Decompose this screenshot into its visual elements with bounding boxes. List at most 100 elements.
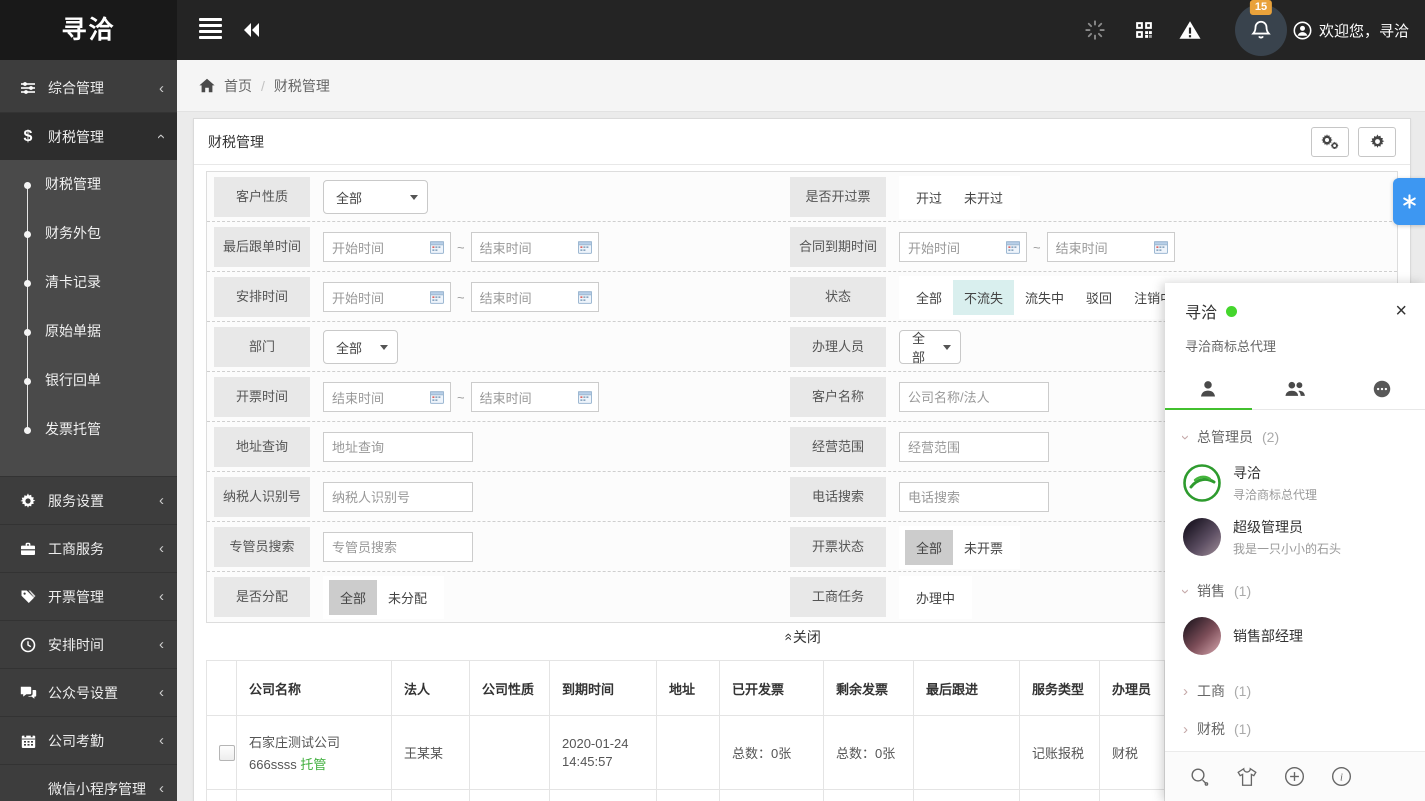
filter-label-customer-name: 客户名称 <box>790 377 886 417</box>
group-count: (1) <box>1234 583 1251 599</box>
submenu-item-original-docs[interactable]: 原始单据 <box>0 307 177 356</box>
filter-label-taxpayer-id: 纳税人识别号 <box>214 477 310 517</box>
sidebar-item-attendance[interactable]: 公司考勤 ‹ <box>0 716 177 764</box>
group-admins[interactable]: › 总管理员 (2) <box>1165 418 1425 456</box>
collapse-left-icon[interactable] <box>242 22 260 38</box>
status-rejected[interactable]: 驳回 <box>1075 280 1123 315</box>
status-not-lost[interactable]: 不流失 <box>953 280 1014 315</box>
invoice-status-all[interactable]: 全部 <box>905 530 953 565</box>
sidebar-item-business-service[interactable]: 工商服务 ‹ <box>0 524 177 572</box>
address-search-input[interactable] <box>323 432 473 462</box>
taxpayer-id-input[interactable] <box>323 482 473 512</box>
group-finance[interactable]: › 财税 (1) <box>1165 710 1425 748</box>
sidebar-item-general[interactable]: 综合管理 ‹ <box>0 64 177 112</box>
select-value: 全部 <box>336 188 400 207</box>
app-logo: 寻洽 <box>0 0 177 60</box>
last-follow-end-date[interactable]: 结束时间 <box>471 232 599 262</box>
add-icon[interactable] <box>1284 766 1305 787</box>
customer-nature-select[interactable]: 全部 <box>323 180 428 214</box>
option-not-invoiced[interactable]: 未开过 <box>953 180 1014 215</box>
spinner-icon[interactable] <box>1085 20 1105 40</box>
qr-code-icon[interactable] <box>1135 21 1153 39</box>
shirt-icon[interactable] <box>1236 767 1258 787</box>
schedule-end-date[interactable]: 结束时间 <box>471 282 599 312</box>
row-checkbox[interactable] <box>219 745 235 761</box>
sidebar-item-official-account[interactable]: 公众号设置 ‹ <box>0 668 177 716</box>
sidebar-item-schedule[interactable]: 安排时间 ‹ <box>0 620 177 668</box>
date-placeholder: 结束时间 <box>480 288 578 307</box>
submenu-item-finance-tax[interactable]: 财税管理 <box>0 160 177 209</box>
business-scope-input[interactable] <box>899 432 1049 462</box>
col-service-type: 服务类型 <box>1020 661 1100 716</box>
group-business[interactable]: › 工商 (1) <box>1165 672 1425 710</box>
warning-icon[interactable] <box>1179 20 1201 40</box>
quick-action-float-button[interactable] <box>1393 178 1425 225</box>
schedule-start-date[interactable]: 开始时间 <box>323 282 451 312</box>
phone-search-input[interactable] <box>899 482 1049 512</box>
filter-row: 最后跟单时间 开始时间 ~ 结束时间 合同到期时间 <box>207 222 1397 272</box>
filter-label-business-scope: 经营范围 <box>790 427 886 467</box>
chevron-up-icon: ‹ <box>153 134 170 139</box>
search-icon[interactable] <box>1189 766 1210 787</box>
avatar <box>1183 617 1221 655</box>
chat-member[interactable]: 销售部经理 <box>1165 610 1425 662</box>
status-options: 全部 不流失 流失中 驳回 注销中 <box>899 276 1190 319</box>
date-placeholder: 结束时间 <box>480 388 578 407</box>
menu-toggle-button[interactable] <box>199 18 222 42</box>
invoice-end-date[interactable]: 结束时间 <box>471 382 599 412</box>
assigned-all[interactable]: 全部 <box>329 580 377 615</box>
cell-company-nature <box>470 716 550 790</box>
user-menu[interactable]: 欢迎您，寻洽 <box>1293 20 1409 41</box>
range-separator: ~ <box>457 290 465 305</box>
chevron-left-icon: ‹ <box>159 80 164 97</box>
breadcrumb-current: 财税管理 <box>274 76 330 96</box>
caret-down-icon <box>943 345 951 350</box>
notifications-bell[interactable]: 15 <box>1235 4 1287 56</box>
filter-label-assigned: 是否分配 <box>214 577 310 617</box>
group-name: 工商 <box>1197 681 1225 701</box>
contract-start-date[interactable]: 开始时间 <box>899 232 1027 262</box>
sidebar-item-label: 公众号设置 <box>48 683 159 703</box>
invoice-start-date[interactable]: 结束时间 <box>323 382 451 412</box>
group-sales[interactable]: › 销售 (1) <box>1165 572 1425 610</box>
settings-multi-button[interactable] <box>1311 127 1349 157</box>
tab-groups[interactable] <box>1252 369 1339 409</box>
handler-select[interactable]: 全部 <box>899 330 961 364</box>
chat-member[interactable]: 寻洽 寻洽商标总代理 <box>1165 456 1425 510</box>
department-select[interactable]: 全部 <box>323 330 398 364</box>
assigned-none[interactable]: 未分配 <box>377 580 438 615</box>
submenu-item-invoice-trust[interactable]: 发票托管 <box>0 405 177 454</box>
sidebar-item-label: 财税管理 <box>48 127 159 147</box>
sidebar-item-service-settings[interactable]: 服务设置 ‹ <box>0 476 177 524</box>
submenu-item-outsourcing[interactable]: 财务外包 <box>0 209 177 258</box>
tab-contacts[interactable] <box>1165 369 1252 409</box>
cell-expiry-time: 2020-01-24 14:45:57 <box>550 716 657 790</box>
sidebar-item-mini-program[interactable]: 微信小程序管理 ‹ <box>0 764 177 801</box>
last-follow-start-date[interactable]: 开始时间 <box>323 232 451 262</box>
task-in-progress[interactable]: 办理中 <box>905 580 966 615</box>
invoice-status-none[interactable]: 未开票 <box>953 530 1014 565</box>
submenu-item-card-clear[interactable]: 清卡记录 <box>0 258 177 307</box>
settings-button[interactable] <box>1358 127 1396 157</box>
info-icon[interactable]: i <box>1331 766 1352 787</box>
status-losing[interactable]: 流失中 <box>1014 280 1075 315</box>
clock-icon <box>19 637 37 653</box>
chat-close-button[interactable]: × <box>1395 301 1407 321</box>
supervisor-search-input[interactable] <box>323 532 473 562</box>
tab-messages[interactable] <box>1338 369 1425 409</box>
col-remaining-invoices: 剩余发票 <box>824 661 914 716</box>
sidebar-item-finance-tax[interactable]: $ 财税管理 ‹ <box>0 112 177 160</box>
business-task-options: 办理中 <box>899 576 972 619</box>
chat-member[interactable]: 超级管理员 我是一只小小的石头 <box>1165 510 1425 564</box>
col-expiry-time: 到期时间 <box>550 661 657 716</box>
calendar-icon <box>19 733 37 749</box>
invoiced-before-options: 开过 未开过 <box>899 176 1020 219</box>
option-invoiced[interactable]: 开过 <box>905 180 953 215</box>
submenu-item-bank-receipt[interactable]: 银行回单 <box>0 356 177 405</box>
sidebar-item-invoicing[interactable]: 开票管理 ‹ <box>0 572 177 620</box>
sliders-icon <box>19 80 37 96</box>
breadcrumb-home-link[interactable]: 首页 <box>224 76 252 96</box>
customer-name-input[interactable] <box>899 382 1049 412</box>
contract-end-date[interactable]: 结束时间 <box>1047 232 1175 262</box>
status-all[interactable]: 全部 <box>905 280 953 315</box>
